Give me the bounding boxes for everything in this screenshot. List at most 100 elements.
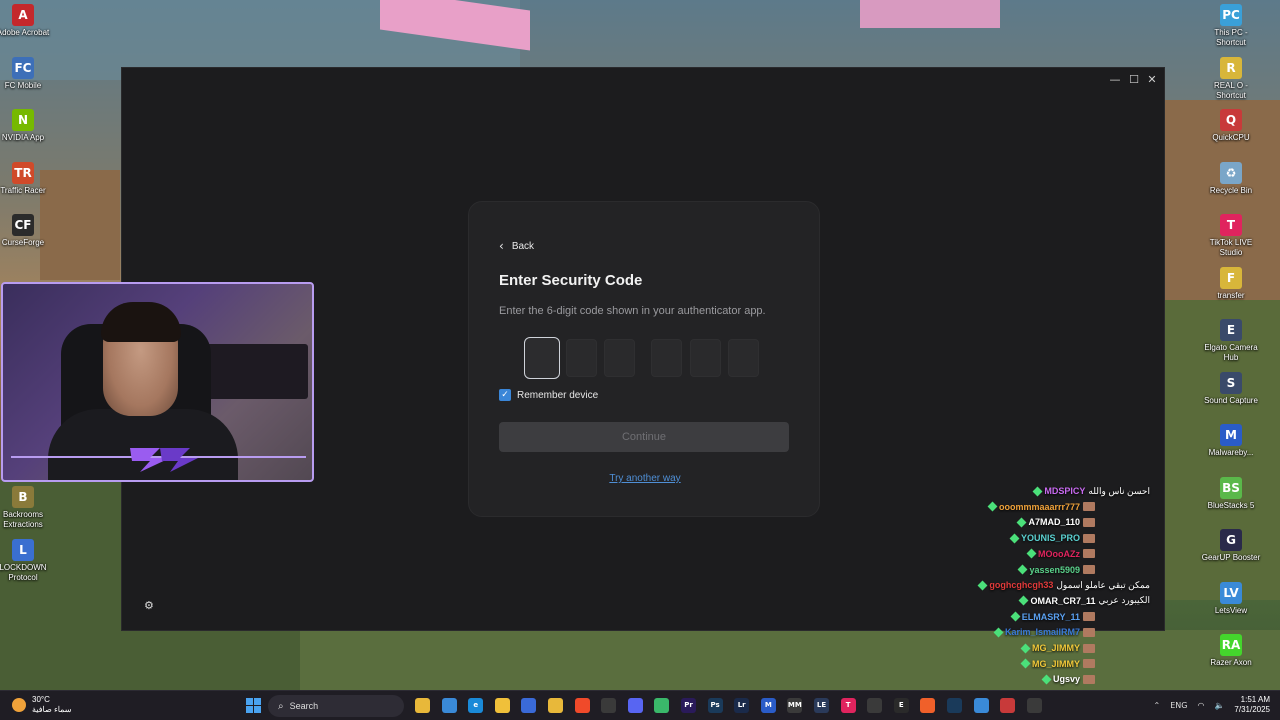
desktop-icon-label: GearUP Booster — [1201, 553, 1261, 562]
chat-username: Karim_IsmailRM7 — [1004, 627, 1080, 638]
app-red-icon[interactable] — [1000, 698, 1016, 713]
chat-badge-icon — [993, 627, 1004, 638]
desktop-icon-bluestacks-5[interactable]: BS BlueStacks 5 — [1201, 476, 1261, 511]
mm-icon[interactable]: MM — [787, 698, 803, 713]
desktop-icon-elgato-camera-hub[interactable]: E Elgato Camera Hub — [1201, 319, 1261, 363]
chrome-icon[interactable] — [548, 698, 563, 713]
app-orange-icon[interactable] — [920, 698, 936, 713]
wifi-icon[interactable]: ◠ — [1197, 701, 1204, 710]
try-another-way-link[interactable]: Try another way — [469, 473, 821, 484]
chat-emote-icon — [1083, 659, 1095, 669]
chat-emote-icon — [1083, 549, 1095, 559]
le-icon[interactable]: LE — [814, 698, 829, 713]
file-explorer-icon[interactable] — [415, 698, 430, 713]
store-icon[interactable] — [521, 698, 537, 713]
this-pc-shortcut-icon: PC — [1220, 4, 1242, 26]
clock[interactable]: 1:51 AM 7/31/2025 — [1234, 695, 1270, 715]
discord-icon[interactable] — [627, 698, 643, 713]
pink-block-right — [860, 0, 1000, 28]
desktop-icon-real-o-shortcut[interactable]: R REAL O - Shortcut — [1201, 56, 1261, 101]
desktop-icon-curseforge[interactable]: CF CurseForge — [0, 214, 53, 248]
desktop-icon-razer-axon[interactable]: RA Razer Axon — [1201, 634, 1261, 668]
desktop-icon-label: This PC - Shortcut — [1214, 28, 1248, 47]
chat-emote-icon — [1083, 565, 1095, 574]
grass-bottom — [300, 630, 1280, 690]
code-digit-2[interactable] — [566, 339, 597, 377]
chat-message: ELMASRY_11 — [1010, 610, 1095, 624]
weather-temp: 30°C — [32, 695, 50, 704]
folder-icon[interactable] — [494, 698, 510, 713]
chat-message: yassen5909 — [1018, 563, 1095, 577]
chat-username: MOooAZz — [1038, 548, 1080, 559]
chat-badge-icon — [1019, 595, 1029, 606]
code-digit-5[interactable] — [690, 339, 721, 377]
epic-icon[interactable]: E — [893, 698, 909, 713]
maximize-icon[interactable]: ☐ — [1125, 72, 1143, 88]
code-digit-3[interactable] — [604, 339, 635, 377]
language-indicator[interactable]: ENG — [1170, 701, 1187, 710]
desktop-icon-label: TikTok LIVE Studio — [1209, 238, 1253, 257]
back-button[interactable]: ‹ Back — [499, 239, 534, 253]
malwarebytes-icon[interactable]: M — [760, 698, 776, 713]
desktop-icon-nvidia-app[interactable]: N NVIDIA App — [0, 109, 53, 143]
brave-icon[interactable] — [574, 698, 590, 713]
desktop-icon-backrooms-extractions[interactable]: B Backrooms Extractions — [0, 486, 53, 530]
volume-icon[interactable]: 🔈 — [1214, 701, 1224, 710]
desktop-icon-label: CurseForge — [1, 238, 45, 247]
desktop-icon-label: LetsView — [1214, 605, 1248, 615]
chat-username: goghcghcgh33 — [989, 580, 1054, 591]
nvidia-app-icon: N — [12, 109, 34, 131]
chat-username: ELMASRY_11 — [1021, 611, 1080, 622]
remember-checkbox[interactable]: ✓ — [499, 389, 511, 401]
photoshop-icon[interactable]: Ps — [707, 698, 723, 713]
desktop-icon-recycle-bin[interactable]: ♻ Recycle Bin — [1201, 161, 1261, 196]
clock-time: 1:51 AM — [1240, 695, 1270, 704]
lightroom-icon[interactable]: Lr — [734, 698, 750, 713]
chat-badge-icon — [1017, 517, 1027, 528]
weather-widget[interactable]: 30°C سماء صافية — [12, 695, 72, 715]
desktop-icon-quickcpu[interactable]: Q QuickCPU — [1201, 109, 1261, 143]
desktop-icon-gearup-booster[interactable]: G GearUP Booster — [1201, 529, 1261, 563]
obs-icon[interactable] — [601, 698, 617, 713]
gear-icon[interactable]: ⚙ — [144, 599, 154, 612]
edge-icon[interactable]: e — [468, 698, 484, 713]
minimize-icon[interactable]: — — [1106, 72, 1124, 88]
app-blue-icon[interactable] — [973, 698, 989, 713]
chat-emote-icon — [1083, 627, 1095, 637]
chat-badge-icon — [1018, 564, 1028, 575]
code-digit-4[interactable] — [651, 339, 682, 377]
close-icon[interactable]: ✕ — [1143, 72, 1161, 88]
desktop-icon-sound-capture[interactable]: S Sound Capture — [1201, 371, 1261, 406]
chevron-up-icon[interactable]: ⌃ — [1154, 701, 1161, 710]
desktop-icon-lockdown-protocol[interactable]: L LOCKDOWN Protocol — [0, 538, 53, 583]
chat-message: Karim_IsmailRM7 — [993, 625, 1095, 639]
code-digit-1[interactable] — [524, 337, 560, 379]
taskbar-search[interactable]: ⌕ Search — [268, 695, 404, 717]
webcam-person-hair — [101, 302, 181, 342]
premiere-icon[interactable]: Pr — [681, 698, 696, 713]
chat-username: yassen5909 — [1029, 564, 1080, 575]
desktop-icon-letsview[interactable]: LV LetsView — [1201, 581, 1261, 616]
remember-label: Remember device — [517, 389, 599, 401]
windows-start-icon[interactable] — [246, 698, 261, 713]
desktop-icon-traffic-racer[interactable]: TR Traffic Racer — [0, 161, 53, 196]
copilot-icon[interactable] — [441, 698, 457, 713]
desktop-icon-fc-mobile[interactable]: FC FC Mobile — [0, 56, 53, 91]
back-label: Back — [511, 240, 535, 252]
chat-message: MG_JIMMY — [1020, 641, 1095, 655]
code-digit-6[interactable] — [728, 339, 759, 377]
desktop-icon-tiktok-live-studio[interactable]: T TikTok LIVE Studio — [1201, 214, 1261, 258]
tiktok-icon[interactable]: T — [840, 698, 856, 713]
app-dark-icon[interactable] — [1026, 698, 1042, 713]
app-round-icon[interactable] — [867, 698, 883, 713]
desktop-icon-malwareby[interactable]: M Malwareby... — [1201, 424, 1261, 458]
desktop-icon-label: transfer — [1217, 290, 1245, 300]
desktop-icon-transfer[interactable]: Ftransfer — [1201, 266, 1261, 301]
continue-button[interactable]: Continue — [499, 422, 789, 452]
remember-device-row[interactable]: ✓ Remember device — [499, 389, 598, 401]
chat-message: MG_JIMMY — [1020, 657, 1095, 671]
app-green-icon[interactable] — [654, 698, 670, 713]
desktop-icon-adobe-acrobat[interactable]: A Adobe Acrobat — [0, 4, 53, 38]
steam-icon[interactable] — [947, 698, 962, 713]
desktop-icon-this-pc-shortcut[interactable]: PC This PC - Shortcut — [1201, 4, 1261, 48]
